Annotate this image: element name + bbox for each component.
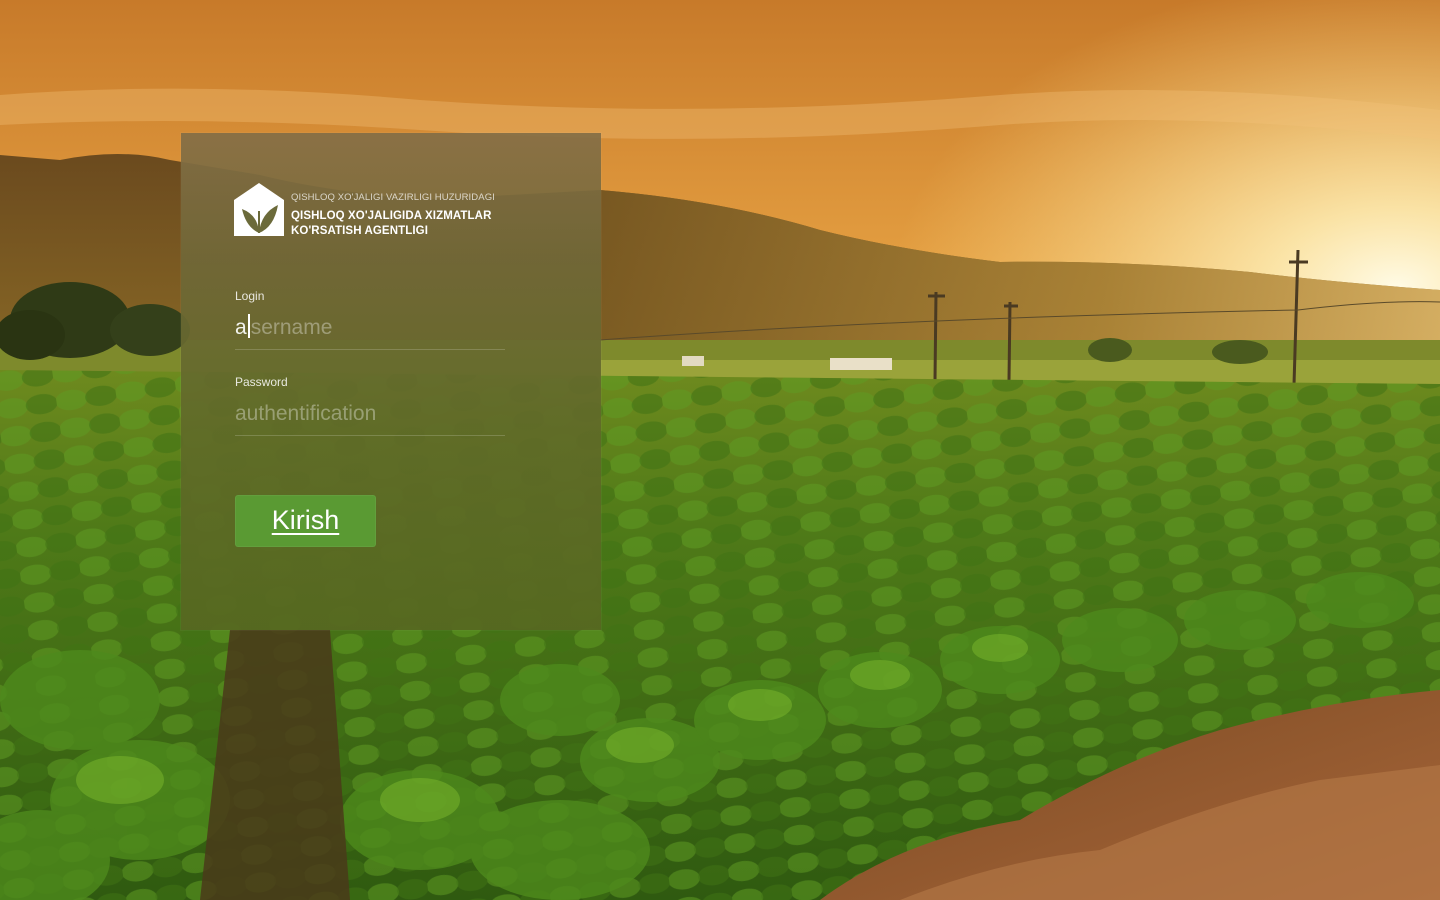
house-leaf-logo-icon: [234, 183, 284, 236]
login-input-value: a: [235, 316, 247, 339]
kirish-button[interactable]: Kirish: [235, 495, 376, 547]
login-field: Login a sername: [235, 289, 505, 350]
text-caret: [247, 314, 250, 338]
login-label: Login: [235, 289, 265, 303]
agency-name-line2: KO'RSATISH AGENTLIGI: [291, 225, 428, 237]
agency-brand: QISHLOQ XO'JALIGI VAZIRLIGI HUZURIDAGI Q…: [234, 183, 564, 239]
agency-name: QISHLOQ XO'JALIGIDA XIZMATLAR KO'RSATISH…: [291, 209, 492, 239]
login-panel: QISHLOQ XO'JALIGI VAZIRLIGI HUZURIDAGI Q…: [181, 133, 601, 630]
login-input-placeholder: sername: [250, 316, 333, 339]
password-input[interactable]: authentification: [235, 399, 505, 436]
password-field: Password authentification: [235, 375, 505, 436]
agency-name-line1: QISHLOQ XO'JALIGIDA XIZMATLAR: [291, 210, 492, 222]
login-input[interactable]: a sername: [235, 313, 505, 350]
ministry-caption: QISHLOQ XO'JALIGI VAZIRLIGI HUZURIDAGI: [291, 192, 495, 203]
password-input-placeholder: authentification: [235, 402, 377, 425]
password-label: Password: [235, 375, 288, 389]
